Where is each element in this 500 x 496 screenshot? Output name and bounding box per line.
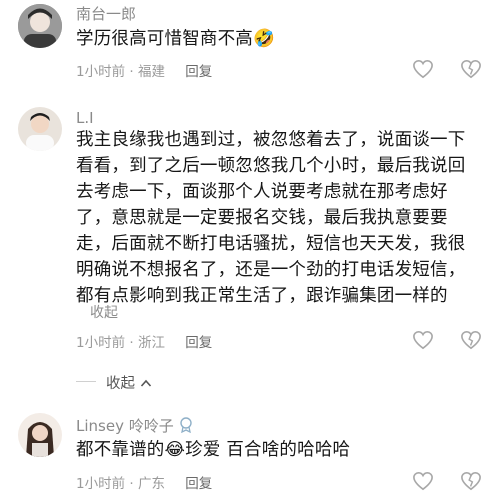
badge-icon <box>179 416 193 437</box>
comment-text-part: 都不靠谱的 <box>76 440 165 460</box>
comment-text: 都不靠谱的😂珍爱 百合啥的哈哈哈 <box>76 437 350 463</box>
comment-text-line: 去考虑一下，面谈那个人说要考虑就在那考虑好 <box>76 182 448 202</box>
avatar[interactable] <box>18 4 62 48</box>
avatar[interactable] <box>18 107 62 151</box>
separator: · <box>129 476 134 492</box>
reply-button[interactable]: 回复 <box>185 64 212 80</box>
reply-button[interactable]: 回复 <box>185 476 212 492</box>
heart-icon[interactable] <box>412 330 434 354</box>
chevron-up-icon <box>140 376 152 392</box>
laughing-emoji-icon: 🤣 <box>253 29 275 49</box>
comment-username[interactable]: L.I <box>76 109 94 127</box>
collapse-text-button[interactable]: 收起 <box>90 302 118 322</box>
comment-location: 福建 <box>137 64 165 80</box>
separator: · <box>129 335 134 351</box>
comment-username[interactable]: 南台一郎 <box>76 3 136 24</box>
comment-username[interactable]: Linsey 呤呤子 <box>76 415 193 437</box>
comment-time: 1小时前 <box>76 476 126 492</box>
tears-of-joy-emoji-icon: 😂 <box>164 440 186 460</box>
collapse-replies-button[interactable]: 收起 <box>106 372 152 393</box>
broken-heart-icon[interactable] <box>460 59 482 83</box>
comment-text-line: 了，意思就是一定要报名交钱，最后我执意要要 <box>76 208 448 228</box>
divider <box>76 381 96 382</box>
comment-text-content: 学历很高可惜智商不高 <box>76 29 253 49</box>
comment-location: 广东 <box>137 476 165 492</box>
comment-text: 学历很高可惜智商不高🤣 <box>76 26 275 52</box>
comment-text-line: 看看，到了之后一顿忽悠我几个小时，最后我说回 <box>76 156 466 176</box>
avatar-image <box>18 107 62 151</box>
broken-heart-icon[interactable] <box>460 330 482 354</box>
comment-text-line: 明确说不想报名了，还是一个劲的打电话发短信， <box>76 260 466 280</box>
comment-meta: 1小时前 · 广东 回复 <box>76 472 212 492</box>
avatar-image <box>18 4 62 48</box>
comment-time: 1小时前 <box>76 335 126 351</box>
comment-time: 1小时前 <box>76 64 126 80</box>
comment-text-part: 珍爱 百合啥的哈哈哈 <box>185 440 351 460</box>
reply-button[interactable]: 回复 <box>185 335 212 351</box>
username-text: Linsey <box>76 417 124 435</box>
comment-text-line: 都有点影响到我正常生活了，跟诈骗集团一样的 <box>76 286 448 306</box>
comment-meta: 1小时前 · 浙江 回复 <box>76 331 212 351</box>
avatar[interactable] <box>18 413 62 457</box>
comment-text-line: 走，后面就不断打电话骚扰，短信也天天发，我很 <box>76 234 466 254</box>
comment-text-line: 我主良缘我也遇到过，被忽悠着去了，说面谈一下 <box>76 130 466 150</box>
heart-icon[interactable] <box>412 59 434 83</box>
heart-icon[interactable] <box>412 471 434 495</box>
comment-meta: 1小时前 · 福建 回复 <box>76 60 212 80</box>
broken-heart-icon[interactable] <box>460 471 482 495</box>
comment-location: 浙江 <box>137 335 165 351</box>
comment-text: 我主良缘我也遇到过，被忽悠着去了，说面谈一下 看看，到了之后一顿忽悠我几个小时，… <box>76 127 491 309</box>
separator: · <box>129 64 134 80</box>
collapse-replies-label: 收起 <box>106 376 135 392</box>
avatar-image <box>18 413 62 457</box>
username-suffix: 呤呤子 <box>128 417 174 435</box>
